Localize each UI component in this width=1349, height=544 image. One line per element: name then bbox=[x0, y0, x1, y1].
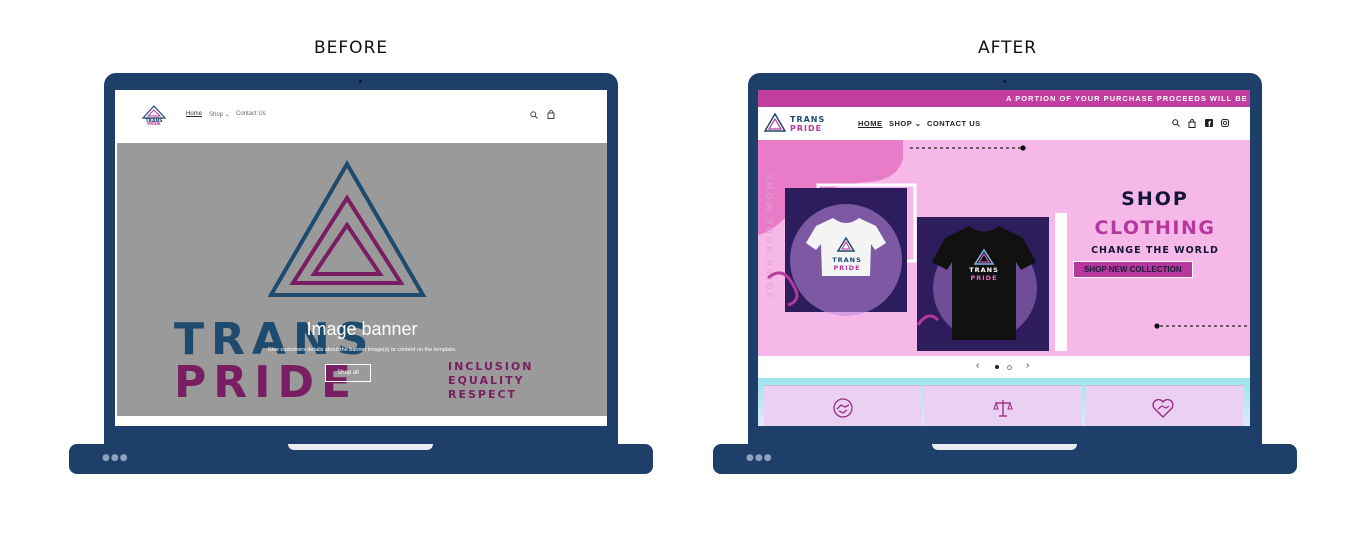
laptop-notch bbox=[932, 444, 1077, 450]
before-screen: TRANS PRIDE Home Shop ⌄ Contact Us TRANS… bbox=[115, 90, 607, 426]
nav-contact[interactable]: Contact Us bbox=[236, 111, 266, 117]
hero-tagline: CHANGE THE WORLD bbox=[1091, 245, 1219, 256]
search-icon[interactable] bbox=[530, 111, 538, 119]
scales-icon bbox=[993, 400, 1013, 417]
nav-home[interactable]: HOME bbox=[858, 119, 883, 128]
watermark-respect: RESPECT bbox=[448, 388, 517, 401]
camera-icon bbox=[1003, 80, 1006, 83]
cart-icon[interactable] bbox=[1188, 119, 1196, 128]
nav-home[interactable]: Home bbox=[186, 111, 202, 117]
status-lights: ●●● bbox=[746, 453, 773, 463]
nav-shop[interactable]: Shop ⌄ bbox=[209, 111, 230, 118]
carousel-prev-icon[interactable]: ‹ bbox=[976, 360, 979, 371]
after-label: AFTER bbox=[978, 38, 1038, 58]
heart-hands-icon bbox=[1152, 398, 1174, 418]
camera-icon bbox=[359, 80, 362, 83]
instagram-icon[interactable] bbox=[1221, 119, 1229, 127]
watermark-inclusion: INCLUSION bbox=[448, 360, 534, 373]
hero-heading-clothing: CLOTHING bbox=[1094, 217, 1216, 239]
image-banner: TRANS PRIDE INCLUSION EQUALITY RESPECT I… bbox=[117, 143, 607, 416]
watermark-equality: EQUALITY bbox=[448, 374, 525, 387]
shop-all-button[interactable]: Shop all bbox=[325, 364, 371, 382]
nav-contact[interactable]: CONTACT US bbox=[927, 119, 981, 128]
announcement-text: A PORTION OF YOUR PURCHASE PROCEEDS WILL… bbox=[1006, 94, 1250, 103]
facebook-icon[interactable]: f bbox=[1205, 119, 1213, 127]
search-icon[interactable] bbox=[1172, 119, 1180, 127]
after-logo[interactable]: TRANS PRIDE bbox=[764, 112, 844, 134]
hero-slide: TRANS PRIDE TRANS PRIDE SHOW YOUR PRIDE SH… bbox=[758, 140, 1250, 356]
shop-new-collection-button[interactable]: SHOP NEW COLLECTION bbox=[1073, 261, 1193, 278]
value-card-inclusion bbox=[764, 385, 922, 426]
announcement-bar: A PORTION OF YOUR PURCHASE PROCEEDS WILL… bbox=[758, 90, 1250, 107]
black-shirt-logo: TRANS PRIDE bbox=[969, 266, 999, 282]
after-laptop: A PORTION OF YOUR PURCHASE PROCEEDS WILL… bbox=[713, 73, 1297, 475]
svg-text:TRANS: TRANS bbox=[790, 115, 825, 124]
status-lights: ●●● bbox=[102, 453, 129, 463]
banner-title: Image banner bbox=[306, 319, 418, 339]
value-card-equality bbox=[924, 385, 1082, 426]
before-header: TRANS PRIDE Home Shop ⌄ Contact Us bbox=[115, 90, 607, 142]
nav-shop[interactable]: SHOP ⌄ bbox=[889, 119, 922, 128]
chevron-down-icon: ⌄ bbox=[224, 112, 230, 118]
carousel-dot[interactable] bbox=[1007, 365, 1012, 370]
carousel-next-icon[interactable]: › bbox=[1026, 360, 1029, 371]
hero-heading-shop: SHOP bbox=[1121, 188, 1189, 210]
svg-text:PRIDE: PRIDE bbox=[790, 124, 822, 133]
carousel-controls: ‹ › bbox=[758, 356, 1250, 378]
after-screen: A PORTION OF YOUR PURCHASE PROCEEDS WILL… bbox=[758, 90, 1250, 426]
vertical-tagline: SHOW YOUR PRIDE bbox=[763, 173, 773, 301]
after-header: TRANS PRIDE HOME SHOP ⌄ CONTACT US f bbox=[758, 107, 1250, 141]
white-shirt-logo: TRANS PRIDE bbox=[832, 256, 862, 272]
svg-text:PRIDE: PRIDE bbox=[147, 121, 161, 125]
before-logo-icon: TRANS PRIDE bbox=[141, 105, 167, 125]
carousel-dot-active[interactable] bbox=[995, 365, 999, 369]
handshake-icon bbox=[833, 398, 853, 418]
value-card-respect bbox=[1085, 385, 1243, 426]
chevron-down-icon: ⌄ bbox=[914, 119, 922, 128]
before-laptop: TRANS PRIDE Home Shop ⌄ Contact Us TRANS… bbox=[69, 73, 653, 475]
banner-subtitle: Give customers details about the banner … bbox=[267, 347, 457, 353]
before-label: BEFORE bbox=[314, 38, 389, 58]
laptop-notch bbox=[288, 444, 433, 450]
cart-icon[interactable] bbox=[547, 110, 555, 119]
